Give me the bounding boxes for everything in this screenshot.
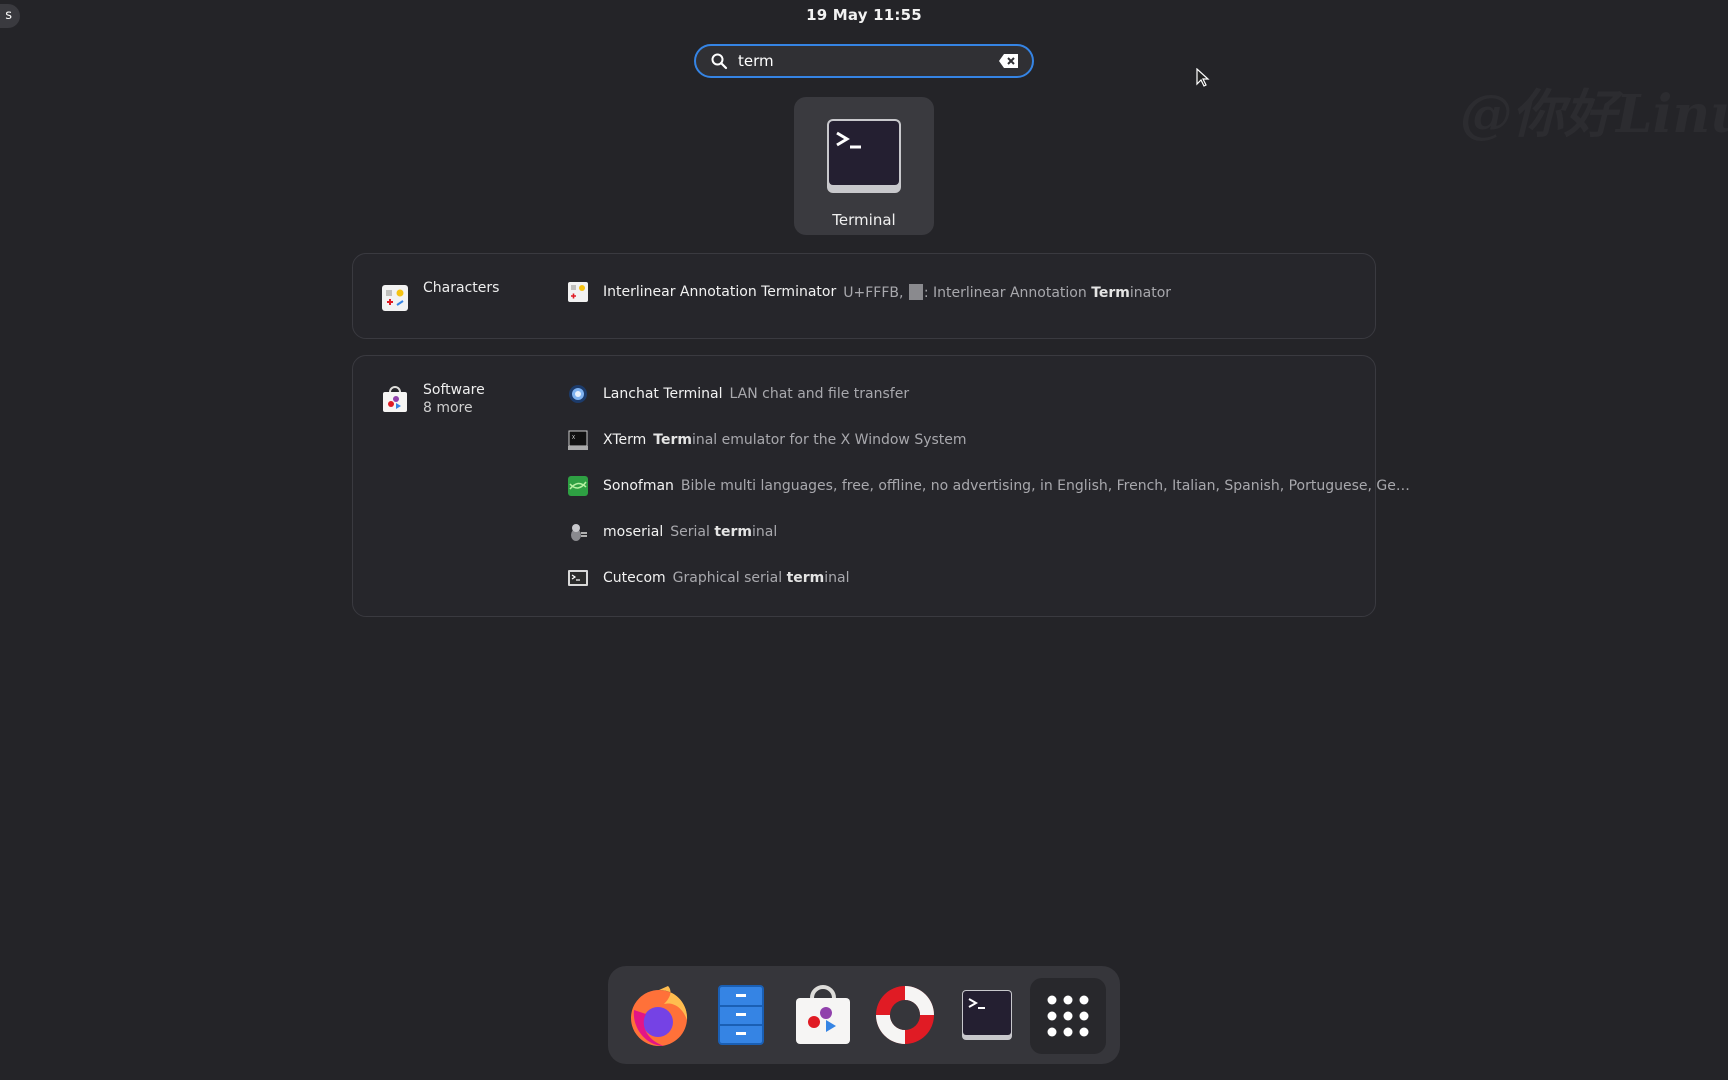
dock-terminal[interactable]	[952, 980, 1022, 1050]
firefox-icon	[631, 986, 688, 1046]
provider-name: Characters	[423, 280, 500, 296]
terminal-icon	[827, 119, 901, 193]
result-title: moserial	[603, 524, 664, 540]
mouse-cursor-icon	[1196, 68, 1210, 87]
result-description: Serial terminal	[670, 524, 778, 540]
search-icon	[711, 53, 728, 70]
dock-firefox[interactable]	[624, 980, 694, 1050]
provider-software: Software 8 more Lanchat Terminal LAN cha…	[352, 355, 1410, 617]
provider-more-count[interactable]: 8 more	[423, 400, 485, 416]
provider-header-software[interactable]: Software 8 more	[381, 382, 485, 416]
result-description: Graphical serial terminal	[672, 570, 850, 586]
search-field[interactable]	[694, 44, 1034, 78]
software-icon	[796, 985, 850, 1044]
result-title: Lanchat Terminal	[603, 386, 723, 402]
provider-characters: Characters Interlinear Annotation Termin…	[352, 253, 1376, 339]
result-description: Terminal emulator for the X Window Syste…	[653, 432, 967, 448]
characters-result-icon	[568, 282, 588, 302]
app-result-terminal[interactable]: Terminal	[794, 97, 934, 235]
svg-text:X: X	[572, 435, 575, 441]
result-description: Bible multi languages, free, offline, no…	[680, 478, 1410, 494]
result-title: Interlinear Annotation Terminator	[603, 284, 837, 300]
lanchat-icon	[569, 385, 587, 403]
list-item[interactable]: Interlinear Annotation Terminator U+FFFB…	[567, 280, 1171, 304]
cutecom-icon	[568, 570, 588, 586]
files-icon	[718, 985, 764, 1045]
help-icon	[876, 986, 934, 1044]
terminal-icon	[962, 990, 1012, 1040]
result-description: U+FFFB, : Interlinear Annotation Termina…	[843, 283, 1172, 301]
dash	[608, 966, 1120, 1064]
list-item[interactable]: Lanchat Terminal LAN chat and file trans…	[567, 382, 909, 406]
characters-app-icon	[382, 285, 408, 311]
watermark: @你好Linu	[1460, 84, 1728, 145]
result-title: Sonofman	[603, 478, 674, 494]
glyph-placeholder	[908, 283, 923, 300]
dock-software[interactable]	[788, 980, 858, 1050]
search-input[interactable]	[738, 52, 998, 70]
clock[interactable]: 19 May 11:55	[0, 6, 1728, 24]
result-description: LAN chat and file transfer	[729, 386, 910, 402]
show-apps-icon	[1047, 995, 1089, 1037]
sonofman-icon	[568, 476, 588, 496]
list-item[interactable]: X XTerm Terminal emulator for the X Wind…	[567, 428, 967, 452]
app-result-label: Terminal	[832, 211, 896, 229]
list-item[interactable]: Cutecom Graphical serial terminal	[567, 566, 850, 590]
result-title: XTerm	[603, 432, 647, 448]
result-title: Cutecom	[603, 570, 666, 586]
software-app-icon	[383, 386, 407, 412]
clear-search-icon[interactable]	[998, 53, 1020, 69]
moserial-icon	[571, 524, 587, 541]
list-item[interactable]: Sonofman Bible multi languages, free, of…	[567, 474, 1410, 498]
xterm-icon: X	[568, 430, 588, 450]
dock-files[interactable]	[706, 980, 776, 1050]
provider-name: Software	[423, 382, 485, 398]
list-item[interactable]: moserial Serial terminal	[567, 520, 777, 544]
show-apps-button[interactable]	[1030, 978, 1106, 1054]
dock-help[interactable]	[870, 980, 940, 1050]
provider-header-characters[interactable]: Characters	[381, 280, 499, 312]
